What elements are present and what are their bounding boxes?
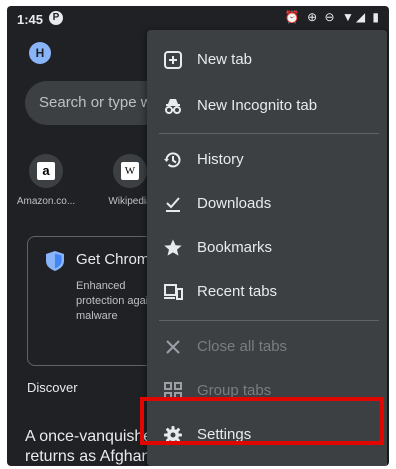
- menu-item-close-all-tabs[interactable]: Close all tabs: [147, 327, 387, 367]
- menu-item-new-incognito-tab[interactable]: New Incognito tab: [147, 86, 387, 126]
- avatar[interactable]: H: [29, 42, 51, 64]
- star-icon: [164, 239, 182, 256]
- shortcut-tile-amazon[interactable]: a Amazon.co...: [11, 154, 81, 207]
- incognito-icon: [165, 99, 181, 114]
- settings-highlight-box: [140, 397, 384, 445]
- shortcut-icon-circle: a: [29, 154, 63, 188]
- menu-item-recent-tabs[interactable]: Recent tabs: [147, 272, 387, 312]
- shortcut-label: Amazon.co...: [16, 196, 76, 207]
- wikipedia-icon: W: [121, 162, 139, 180]
- menu-item-history[interactable]: History: [147, 140, 387, 180]
- amazon-icon: a: [37, 162, 55, 180]
- menu-item-label: Recent tabs: [197, 283, 278, 300]
- app-notification-icon: P: [49, 11, 63, 25]
- status-bar: 1:45 P ⏰ ⊕ ⊖ ▼◢ ▮: [7, 6, 389, 32]
- shortcut-icon-circle: W: [113, 154, 147, 188]
- close-icon: [166, 340, 180, 354]
- status-icons: ⏰ ⊕ ⊖ ▼◢ ▮: [284, 10, 381, 24]
- menu-divider: [159, 133, 379, 134]
- menu-item-downloads[interactable]: Downloads: [147, 184, 387, 224]
- discover-heading: Discover: [27, 380, 78, 395]
- menu-item-label: New tab: [197, 51, 253, 68]
- shield-icon: [46, 251, 64, 271]
- plus-box-icon: [164, 51, 182, 69]
- devices-icon: [164, 284, 183, 300]
- menu-item-label: History: [197, 151, 244, 168]
- menu-item-label: Downloads: [197, 195, 272, 212]
- history-icon: [164, 152, 181, 168]
- menu-item-label: New Incognito tab: [197, 97, 318, 114]
- menu-item-bookmarks[interactable]: Bookmarks: [147, 228, 387, 268]
- status-time: 1:45: [17, 12, 44, 27]
- download-icon: [166, 197, 180, 212]
- menu-divider: [159, 320, 379, 321]
- menu-item-new-tab[interactable]: New tab: [147, 40, 387, 80]
- menu-item-label: Close all tabs: [197, 338, 288, 355]
- menu-item-label: Bookmarks: [197, 239, 273, 256]
